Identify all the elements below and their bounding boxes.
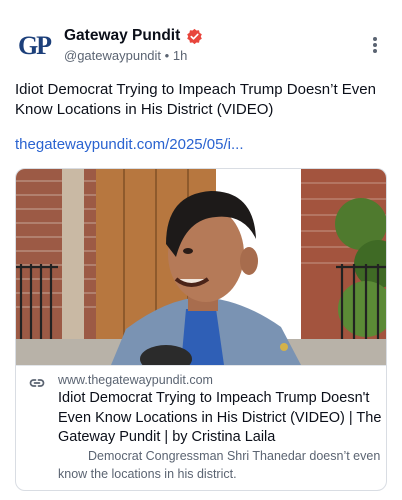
post-link[interactable]: thegatewaypundit.com/2025/05/i... [15, 136, 244, 153]
link-icon [29, 379, 45, 387]
card-domain: www.thegatewaypundit.com [58, 373, 213, 387]
separator-dot: • [164, 48, 170, 64]
avatar[interactable]: GP [14, 26, 54, 66]
card-meta: www.thegatewaypundit.com Idiot Democrat … [16, 366, 386, 490]
post-time[interactable]: 1h [173, 48, 187, 63]
post-text: Idiot Democrat Trying to Impeach Trump D… [15, 81, 376, 118]
more-options-button[interactable] [362, 32, 388, 58]
card-image [16, 169, 386, 365]
card-title: Idiot Democrat Trying to Impeach Trump D… [58, 390, 382, 445]
handle-line: @gatewaypundit • 1h [64, 47, 187, 63]
verified-badge-icon [187, 28, 203, 44]
card-photo [16, 169, 386, 365]
post: GP Gateway Pundit @gatewaypundit • 1h Id… [0, 0, 402, 500]
author-name[interactable]: Gateway Pundit [64, 27, 180, 45]
avatar-logo: GP [17, 31, 52, 60]
author-name-row: Gateway Pundit [64, 27, 203, 45]
link-preview-card[interactable]: www.thegatewaypundit.com Idiot Democrat … [15, 168, 387, 491]
author-handle: @gatewaypundit [64, 48, 162, 64]
card-description: Democrat Congressman Shri Thanedar doesn… [58, 449, 381, 481]
more-vertical-icon [373, 37, 377, 53]
